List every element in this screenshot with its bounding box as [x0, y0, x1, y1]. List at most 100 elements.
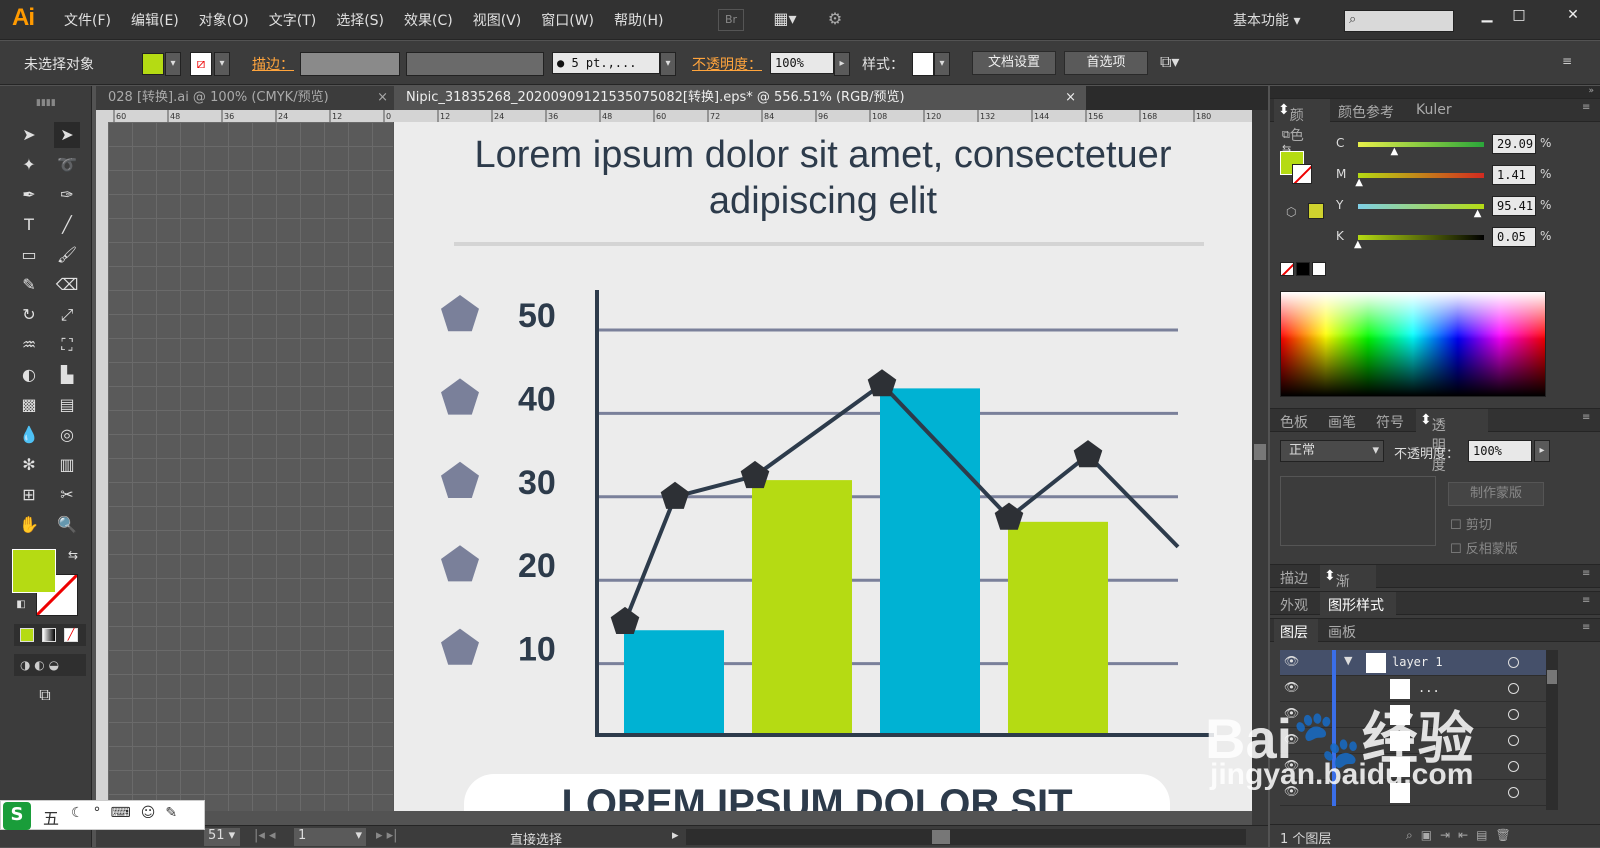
type-tool-icon[interactable]: T	[16, 212, 42, 238]
maximize-button[interactable]: □	[1506, 6, 1532, 24]
scale-tool-icon[interactable]: ⤢	[54, 302, 80, 328]
style-dropdown[interactable]: ▾	[934, 52, 950, 76]
help-search-input[interactable]: ⌕	[1344, 10, 1454, 32]
gamut-color-chip[interactable]	[1308, 203, 1324, 219]
tab-symbols[interactable]: 符号	[1376, 412, 1404, 432]
channel-value[interactable]: 0.05	[1492, 227, 1536, 247]
channel-value[interactable]: 1.41	[1492, 165, 1536, 185]
ime-tool-icons[interactable]: ☾°⌨☺✎	[71, 805, 187, 821]
collapse-panels-icon[interactable]: »	[1270, 86, 1600, 98]
stroke-swatch[interactable]: ⧄	[190, 52, 212, 76]
tab-swatches[interactable]: 色板	[1280, 412, 1308, 432]
fill-dropdown[interactable]: ▾	[165, 52, 181, 76]
ime-mode[interactable]: 五	[43, 805, 59, 829]
perspective-grid-icon[interactable]: ▙	[54, 362, 80, 388]
scroll-thumb[interactable]	[1254, 444, 1266, 460]
opacity-field[interactable]: 100%	[770, 52, 834, 74]
doc-tab-1[interactable]: 028 [转换].ai @ 100% (CMYK/预览) ×	[96, 86, 394, 110]
style-swatch[interactable]	[912, 52, 934, 76]
direct-selection-tool-icon[interactable]: ➤	[54, 122, 80, 148]
invert-mask-checkbox[interactable]: ☐ 反相蒙版	[1450, 538, 1518, 557]
paintbrush-icon[interactable]: 🖌	[54, 242, 80, 268]
default-colors-icon[interactable]: ◧	[8, 592, 34, 618]
make-mask-button[interactable]: 制作蒙版	[1448, 482, 1544, 506]
artboard-tool-icon[interactable]: ⊞	[16, 482, 42, 508]
line-tool-icon[interactable]: ╱	[54, 212, 80, 238]
color-spectrum[interactable]	[1280, 291, 1546, 397]
preferences-button[interactable]: 首选项	[1064, 51, 1148, 75]
arrange-documents-icon[interactable]: ▦▾	[768, 9, 802, 31]
status-menu-icon[interactable]: ▸	[672, 828, 679, 843]
menu-view[interactable]: 视图(V)	[463, 10, 532, 30]
menu-object[interactable]: 对象(O)	[189, 10, 259, 30]
none-mode-icon[interactable]: ╱	[64, 628, 78, 642]
close-window-button[interactable]: ✕	[1560, 6, 1586, 24]
fill-swatch[interactable]	[142, 53, 164, 75]
doc-tab-2[interactable]: Nipic_31835268_20200909121535075082[转换].…	[394, 86, 1086, 110]
h-scroll-thumb[interactable]	[932, 830, 950, 844]
slider-thumb-icon[interactable]: ▲	[1354, 239, 1362, 250]
variable-width-profile[interactable]	[406, 52, 544, 76]
column-graph-icon[interactable]: ▥	[54, 452, 80, 478]
slice-tool-icon[interactable]: ✂	[54, 482, 80, 508]
layer-action-icons[interactable]: ⌕▣⇥⇤▤🗑	[1406, 828, 1519, 843]
opacity-arrow-icon[interactable]: ▸	[1534, 440, 1550, 462]
free-transform-icon[interactable]: ⛶	[54, 332, 80, 358]
lasso-icon[interactable]: ➰	[54, 152, 80, 178]
slider-thumb-icon[interactable]: ▲	[1355, 177, 1363, 188]
gpu-performance-icon[interactable]: ⚙	[820, 9, 850, 31]
panel-menu-icon[interactable]: ≡	[1582, 412, 1590, 423]
menu-window[interactable]: 窗口(W)	[531, 10, 604, 30]
pencil-icon[interactable]: ✎	[16, 272, 42, 298]
expand-triangle-icon[interactable]: ▼	[1344, 654, 1352, 667]
panel-menu-icon[interactable]: ≡	[1582, 568, 1590, 579]
eraser-icon[interactable]: ⌫	[54, 272, 80, 298]
layers-scrollbar[interactable]	[1546, 650, 1558, 810]
layer-row[interactable]: 👁 ▼ layer 1	[1280, 650, 1552, 676]
magic-wand-icon[interactable]: ✦	[16, 152, 42, 178]
black-swatch[interactable]	[1296, 262, 1310, 276]
slider-thumb-icon[interactable]: ▲	[1474, 208, 1482, 219]
panel-menu-icon[interactable]: ≡	[1582, 622, 1590, 633]
target-circle-icon[interactable]	[1508, 657, 1519, 668]
target-circle-icon[interactable]	[1508, 683, 1519, 694]
document-setup-button[interactable]: 文档设置	[972, 51, 1056, 75]
sogou-ime-icon[interactable]: S	[3, 802, 31, 830]
symbol-sprayer-icon[interactable]: ✻	[16, 452, 42, 478]
menu-help[interactable]: 帮助(H)	[604, 10, 673, 30]
artboard-nav-next-icon[interactable]: ▸ ▸|	[376, 828, 398, 843]
target-circle-icon[interactable]	[1508, 709, 1519, 720]
transparency-opacity-field[interactable]: 100%	[1468, 440, 1532, 462]
out-of-gamut-cube-icon[interactable]: ⬡	[1286, 205, 1296, 219]
layers-scroll-thumb[interactable]	[1547, 670, 1557, 684]
channel-slider[interactable]	[1358, 142, 1484, 147]
tab-appearance[interactable]: 外观	[1280, 595, 1308, 615]
canvas-area[interactable]: Lorem ipsum dolor sit amet, consectetuer…	[108, 122, 1252, 811]
opacity-label[interactable]: 不透明度：	[692, 54, 762, 74]
curvature-tool-icon[interactable]: ✑	[54, 182, 80, 208]
stroke-label[interactable]: 描边：	[252, 54, 294, 74]
tab-graphic-styles[interactable]: 图形样式	[1328, 595, 1384, 615]
default-fill-stroke-icon[interactable]: ⧉ ⇆	[1282, 128, 1298, 155]
rectangle-tool-icon[interactable]: ▭	[16, 242, 42, 268]
selection-tool-icon[interactable]: ➤	[16, 122, 42, 148]
menu-effect[interactable]: 效果(C)	[394, 10, 463, 30]
draw-mode-icon[interactable]: ◑ ◐ ◒	[14, 654, 86, 676]
tab-color-guide[interactable]: 颜色参考	[1338, 102, 1394, 122]
close-tab-icon[interactable]: ×	[377, 86, 388, 110]
channel-value[interactable]: 29.09	[1492, 134, 1536, 154]
eyedropper-icon[interactable]: 💧	[16, 422, 42, 448]
tab-color[interactable]: ⬍ 颜色	[1278, 102, 1304, 144]
white-swatch[interactable]	[1312, 262, 1326, 276]
pen-tool-icon[interactable]: ✒	[16, 182, 42, 208]
mesh-tool-icon[interactable]: ▩	[16, 392, 42, 418]
channel-slider[interactable]	[1358, 235, 1484, 240]
warp-tool-icon[interactable]: ♒	[16, 332, 42, 358]
channel-slider[interactable]	[1358, 204, 1484, 209]
rotate-tool-icon[interactable]: ↻	[16, 302, 42, 328]
bridge-button[interactable]: Br	[718, 9, 744, 31]
horizontal-scrollbar[interactable]	[686, 829, 1246, 845]
minimize-button[interactable]: ▁	[1474, 6, 1500, 24]
tab-artboards[interactable]: 画板	[1328, 622, 1356, 642]
brush-definition-field[interactable]: ● 5 pt.,...	[552, 52, 660, 74]
